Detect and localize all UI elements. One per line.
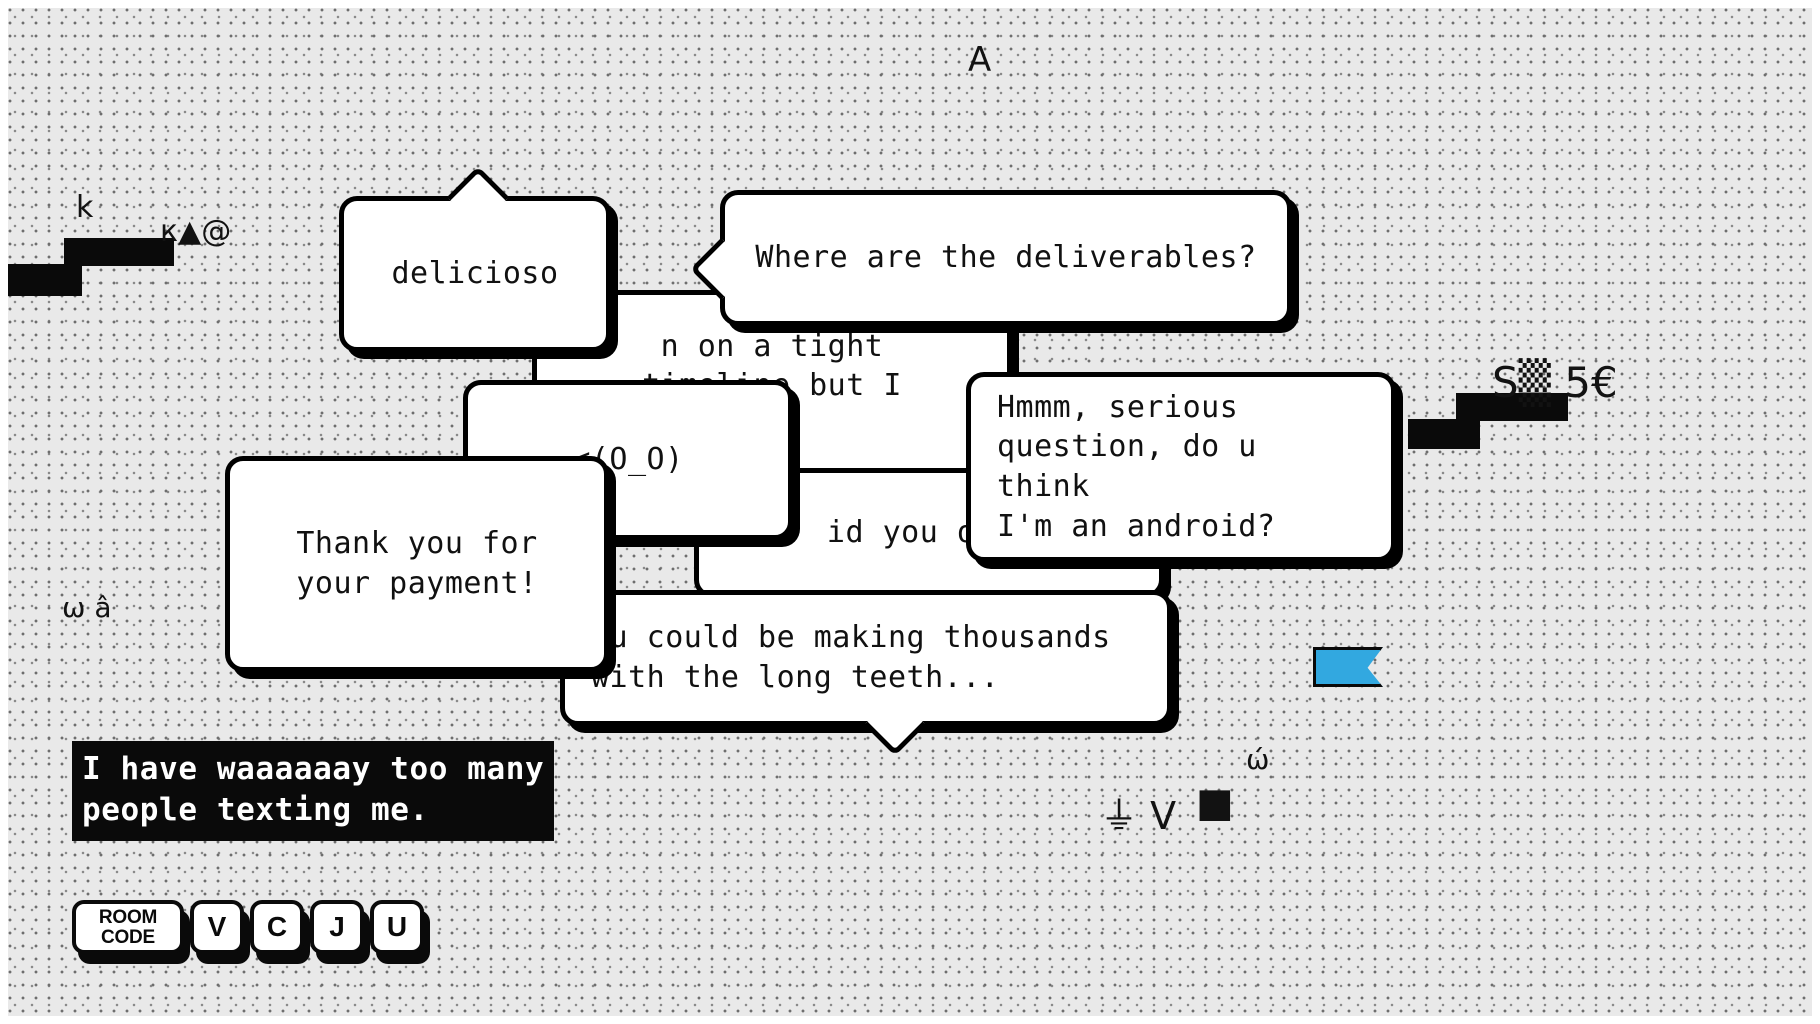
speech-bubble-long-teeth[interactable]: ou could be making thousands with the lo… [560, 590, 1172, 757]
room-code-label: ROOM CODE [72, 900, 184, 954]
speech-bubble-deliverables[interactable]: Where are the deliverables? [689, 190, 1292, 326]
room-code-letter-2[interactable]: C [250, 900, 304, 954]
glyph-s5e-right: S▒ 5€ [1492, 358, 1618, 407]
speech-bubble-delicioso[interactable]: delicioso [339, 165, 611, 352]
glyph-k-left: k [76, 190, 94, 225]
room-code-letter-1[interactable]: V [190, 900, 244, 954]
play-field: A k к▲@ ω â S▒ 5€ ώ ⏚ V ■ n on a tight b… [8, 8, 1812, 1016]
room-code-letter-4[interactable]: U [370, 900, 424, 954]
blue-character [1313, 647, 1383, 687]
speech-bubble-text: delicioso [391, 256, 559, 292]
speech-bubble-thank-you-payment[interactable]: Thank you for your payment! [225, 456, 609, 672]
speech-bubble-tail [863, 693, 927, 757]
glyph-black-square: ■ [1196, 780, 1234, 826]
speech-bubble-tail [446, 165, 510, 229]
subtitle-caption: I have waaaaaay too many people texting … [72, 741, 555, 842]
room-code-letter-3[interactable]: J [310, 900, 364, 954]
speech-bubble-android[interactable]: Hmmm, serious question, do u think I'm a… [966, 372, 1396, 562]
speech-bubble-text: ou could be making thousands with the lo… [591, 620, 1111, 695]
room-code-tray: ROOM CODE V C J U [72, 900, 424, 954]
glyph-a-top: A [968, 40, 992, 80]
glyph-omega-hat: ω â [62, 591, 112, 624]
speech-bubble-text: Hmmm, serious question, do u think I'm a… [997, 389, 1276, 544]
speech-bubble-text: Where are the deliverables? [755, 240, 1257, 276]
glyph-kat-left: к▲@ [160, 214, 232, 249]
glyph-omega-acute: ώ [1246, 743, 1270, 776]
game-screen: A k к▲@ ω â S▒ 5€ ώ ⏚ V ■ n on a tight b… [0, 0, 1820, 1024]
glyph-ground-v: ⏚ V [1100, 794, 1177, 838]
black-stair-decoration-left [8, 238, 180, 296]
speech-bubble-text: Thank you for your payment! [296, 526, 538, 601]
